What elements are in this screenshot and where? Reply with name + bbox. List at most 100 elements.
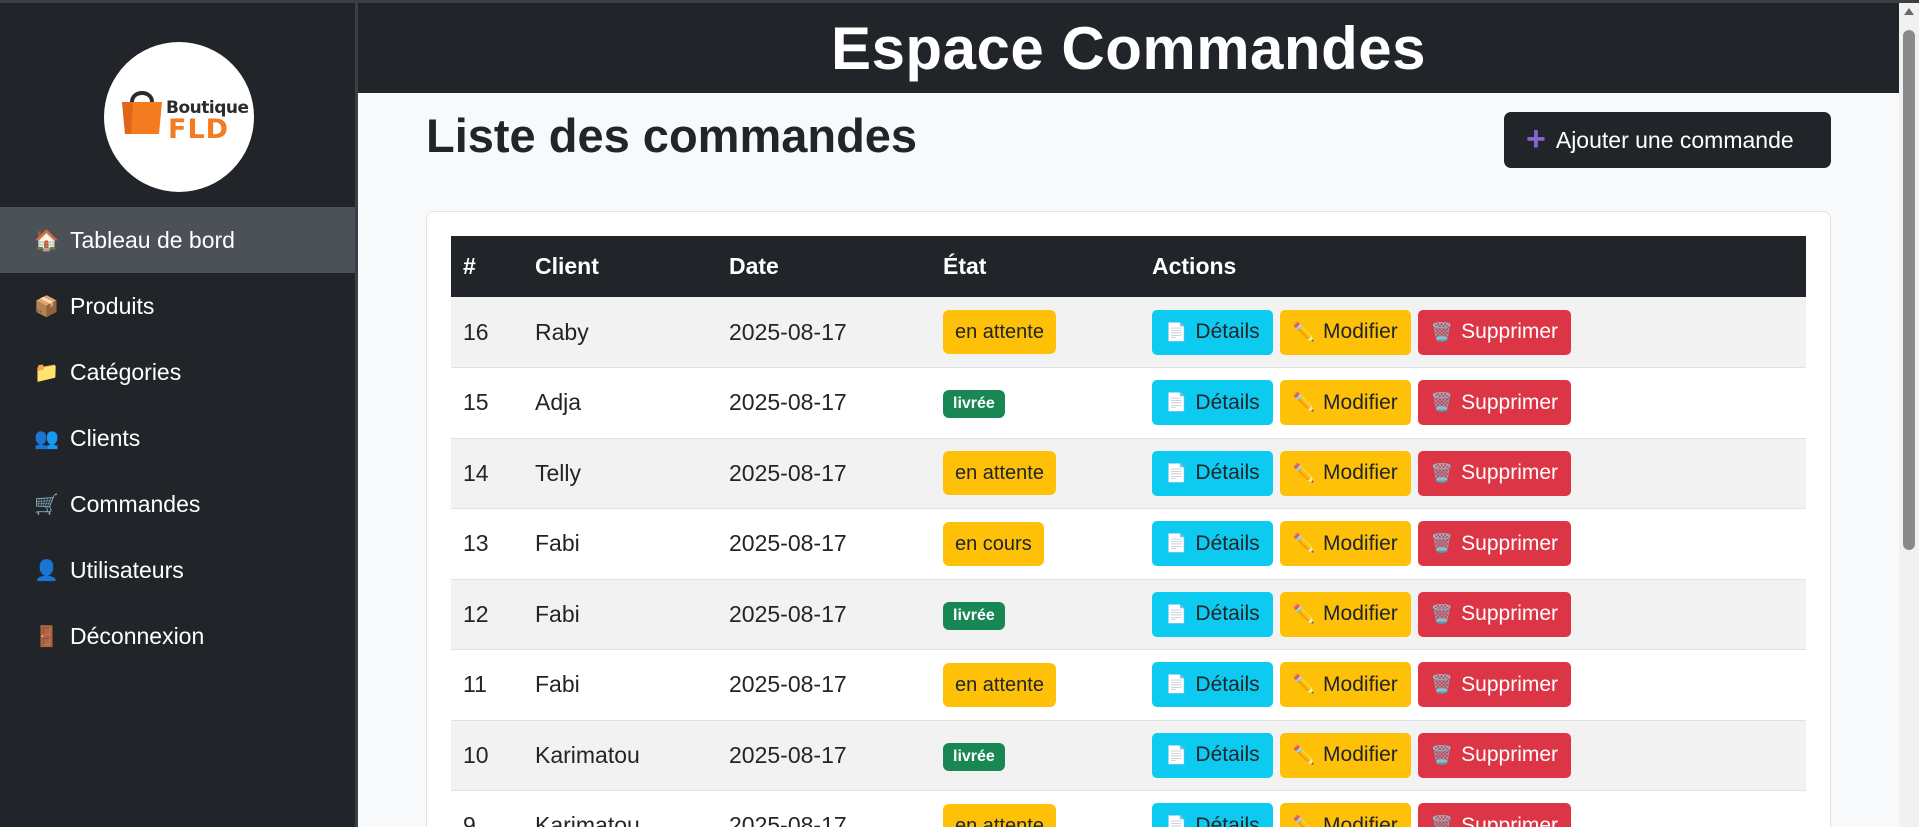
table-row: 16 Raby 2025-08-17 en attente 📄 Détails … [451,297,1806,368]
modify-label: Modifier [1323,743,1398,767]
pencil-icon: ✏️ [1292,533,1316,554]
order-id: 13 [463,530,489,557]
details-label: Détails [1195,320,1260,343]
order-status-cell: en attente [931,791,1140,827]
trash-icon: 🗑️ [1430,462,1454,483]
order-actions: 📄 Détails ✏️ Modifier 🗑️ Supprimer [1152,732,1806,778]
order-client: Karimatou [535,741,640,768]
order-client: Fabi [535,671,580,698]
modify-label: Modifier [1323,672,1398,696]
column-header-etat: État [943,253,987,279]
table-header-row: # Client Date État Actions [451,236,1806,297]
page-header: Espace Commandes [358,3,1899,93]
modify-button[interactable]: ✏️ Modifier [1279,732,1411,778]
status-badge: livrée [943,601,1005,630]
sidebar: Boutique FLD 🏠 Tableau de bord 📦 Produit… [0,0,358,827]
shopping-bag-icon [122,91,162,134]
order-actions: 📄 Détails ✏️ Modifier 🗑️ Supprimer [1152,309,1806,355]
modify-button[interactable]: ✏️ Modifier [1279,450,1411,496]
delete-button[interactable]: 🗑️ Supprimer [1417,732,1572,778]
delete-label: Supprimer [1461,672,1559,696]
order-actions-cell: 📄 Détails ✏️ Modifier 🗑️ Supprimer [1140,297,1806,368]
modify-button[interactable]: ✏️ Modifier [1279,521,1411,567]
delete-button[interactable]: 🗑️ Supprimer [1417,380,1572,426]
sidebar-item-utilisateurs[interactable]: 👤 Utilisateurs [0,537,355,603]
sidebar-item-clients[interactable]: 👥 Clients [0,405,355,471]
column-header-client: Client [535,253,599,279]
table-row: 9 Karimatou 2025-08-17 en attente 📄 Déta… [451,790,1806,827]
modify-label: Modifier [1323,813,1398,827]
order-date: 2025-08-17 [729,812,847,827]
modify-button[interactable]: ✏️ Modifier [1279,309,1411,355]
sidebar-item-deconnexion[interactable]: 🚪 Déconnexion [0,603,355,669]
pencil-icon: ✏️ [1292,744,1316,765]
order-id: 12 [463,600,489,627]
order-date: 2025-08-17 [729,459,847,486]
add-order-label: Ajouter une commande [1555,126,1794,153]
order-client: Karimatou [535,812,640,827]
order-date: 2025-08-17 [729,741,847,768]
details-button[interactable]: 📄 Détails [1152,309,1273,355]
delete-button[interactable]: 🗑️ Supprimer [1417,591,1572,637]
order-status-cell: livrée [931,720,1140,791]
modify-label: Modifier [1323,602,1398,626]
delete-button[interactable]: 🗑️ Supprimer [1417,450,1572,496]
sidebar-item-label: Catégories [70,358,182,385]
order-actions: 📄 Détails ✏️ Modifier 🗑️ Supprimer [1152,662,1806,708]
order-actions: 📄 Détails ✏️ Modifier 🗑️ Supprimer [1152,450,1806,496]
details-button[interactable]: 📄 Détails [1152,662,1273,708]
trash-icon: 🗑️ [1430,533,1454,554]
table-row: 11 Fabi 2025-08-17 en attente 📄 Détails … [451,649,1806,721]
house-icon: 🏠 [34,229,59,252]
order-client: Adja [535,389,582,416]
modify-button[interactable]: ✏️ Modifier [1279,591,1411,637]
sidebar-item-produits[interactable]: 📦 Produits [0,273,355,339]
delete-label: Supprimer [1461,813,1559,827]
folder-icon: 📁 [34,361,59,384]
order-client: Fabi [535,530,580,557]
logo[interactable]: Boutique FLD [104,42,254,192]
sidebar-item-label: Produits [70,292,155,319]
delete-button[interactable]: 🗑️ Supprimer [1417,803,1572,827]
order-client: Telly [535,459,582,486]
details-button[interactable]: 📄 Détails [1152,380,1273,426]
details-button[interactable]: 📄 Détails [1152,521,1273,567]
order-date: 2025-08-17 [729,318,847,345]
scroll-up-arrow-icon[interactable] [1904,8,1914,15]
order-status-cell: en attente [931,650,1140,721]
sidebar-item-label: Clients [70,424,141,451]
page-title: Liste des commandes [426,109,918,162]
pencil-icon: ✏️ [1292,603,1316,624]
order-actions-cell: 📄 Détails ✏️ Modifier 🗑️ Supprimer [1140,438,1806,509]
order-status-cell: livrée [931,368,1140,439]
status-badge: en attente [943,451,1056,496]
table-row: 12 Fabi 2025-08-17 livrée 📄 Détails ✏️ M… [451,579,1806,650]
delete-button[interactable]: 🗑️ Supprimer [1417,662,1572,708]
details-button[interactable]: 📄 Détails [1152,591,1273,637]
vertical-scrollbar[interactable] [1899,0,1919,827]
modify-button[interactable]: ✏️ Modifier [1279,803,1411,827]
order-status-cell: en attente [931,438,1140,509]
modify-button[interactable]: ✏️ Modifier [1279,662,1411,708]
details-button[interactable]: 📄 Détails [1152,803,1273,827]
details-button[interactable]: 📄 Détails [1152,732,1273,778]
modify-button[interactable]: ✏️ Modifier [1279,380,1411,426]
delete-label: Supprimer [1461,461,1559,485]
order-id: 16 [463,318,489,345]
details-label: Détails [1195,602,1260,626]
sidebar-item-tableau-de-bord[interactable]: 🏠 Tableau de bord [0,207,355,273]
status-badge: livrée [943,390,1005,419]
add-order-button[interactable]: + Ajouter une commande [1504,112,1831,168]
sidebar-item-commandes[interactable]: 🛒 Commandes [0,471,355,537]
details-label: Détails [1195,743,1260,767]
sidebar-item-categories[interactable]: 📁 Catégories [0,339,355,405]
order-date: 2025-08-17 [729,671,847,698]
users-icon: 👥 [34,427,59,450]
scrollbar-thumb[interactable] [1903,30,1915,550]
details-button[interactable]: 📄 Détails [1152,450,1273,496]
delete-button[interactable]: 🗑️ Supprimer [1417,521,1572,567]
table-row: 14 Telly 2025-08-17 en attente 📄 Détails… [451,438,1806,509]
document-icon: 📄 [1165,392,1188,413]
delete-button[interactable]: 🗑️ Supprimer [1417,309,1572,355]
details-label: Détails [1195,531,1260,555]
